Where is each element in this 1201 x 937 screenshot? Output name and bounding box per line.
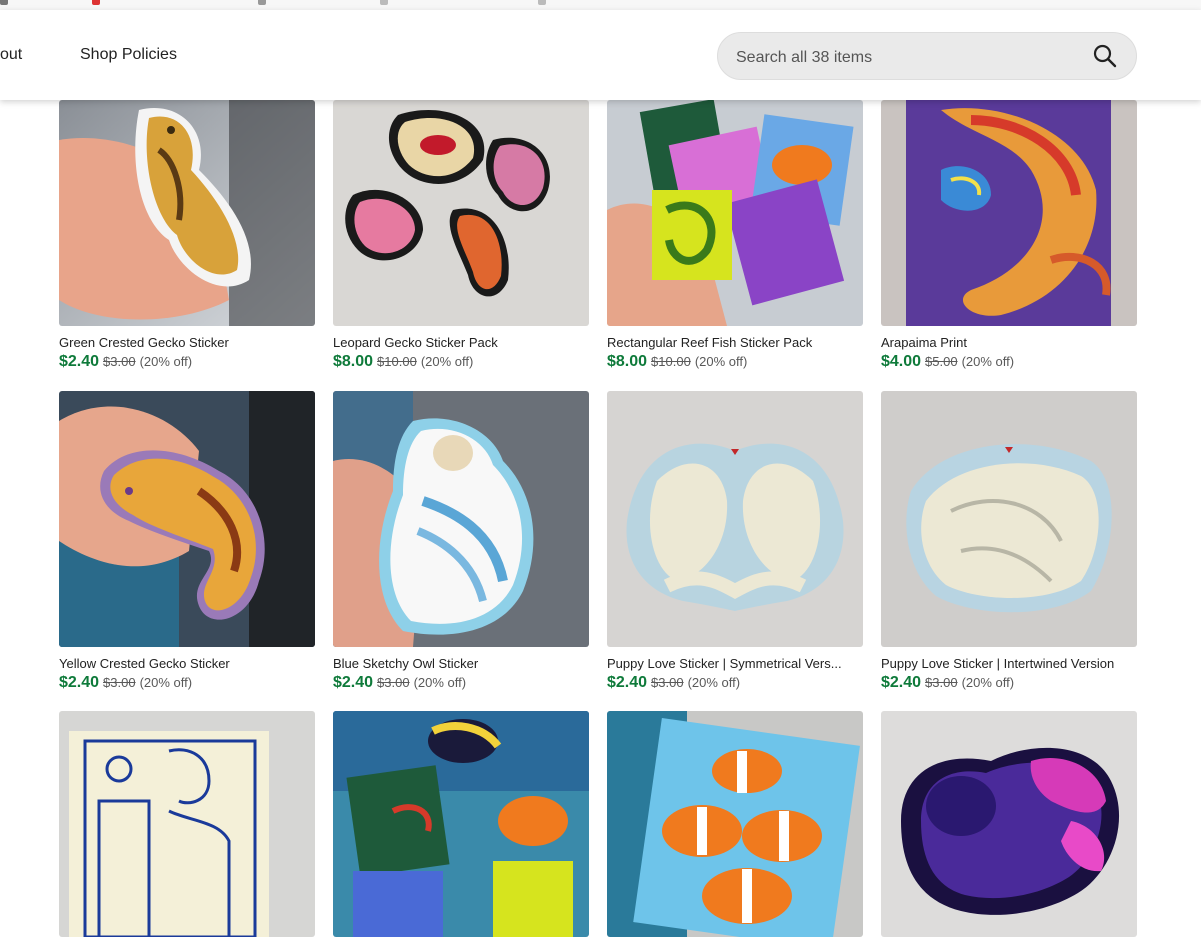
listing-image-puppy-symmetrical[interactable] (607, 391, 863, 647)
search-button[interactable] (1092, 43, 1118, 69)
original-price: $3.00 (651, 675, 684, 690)
listing-price: $2.40 $3.00 (20% off) (333, 674, 466, 692)
listing-price: $2.40 $3.00 (20% off) (59, 353, 192, 371)
sale-price: $4.00 (881, 353, 922, 370)
discount-label: (20% off) (139, 675, 193, 690)
sale-price: $2.40 (333, 674, 374, 691)
listing-image-green-gecko[interactable] (59, 100, 315, 326)
discount-label: (20% off) (694, 354, 748, 369)
sale-price: $8.00 (333, 353, 374, 370)
discount-label: (20% off) (961, 675, 1015, 690)
listing-title[interactable]: Puppy Love Sticker | Symmetrical Vers... (607, 656, 863, 671)
bookmark-item[interactable] (92, 0, 104, 7)
listing-price: $2.40 $3.00 (20% off) (59, 674, 192, 692)
discount-label: (20% off) (420, 354, 474, 369)
original-price: $3.00 (377, 675, 410, 690)
discount-label: (20% off) (139, 354, 193, 369)
listing-title[interactable]: Yellow Crested Gecko Sticker (59, 656, 315, 671)
listing-image-beetle[interactable] (881, 711, 1137, 937)
listing-title[interactable]: Puppy Love Sticker | Intertwined Version (881, 656, 1137, 671)
listing-image-owl[interactable] (333, 391, 589, 647)
original-price: $10.00 (651, 354, 691, 369)
original-price: $3.00 (103, 675, 136, 690)
listing-image-leopard-gecko[interactable] (333, 100, 589, 326)
listing-image-reef-collection[interactable] (333, 711, 589, 937)
listing-price: $8.00 $10.00 (20% off) (607, 353, 747, 371)
listing-title[interactable]: Arapaima Print (881, 335, 1137, 350)
discount-label: (20% off) (687, 675, 741, 690)
search-icon (1093, 44, 1117, 68)
nav-shop-policies-link[interactable]: Shop Policies (80, 46, 177, 64)
listing-image-reef-fish[interactable] (607, 100, 863, 326)
listing-price: $8.00 $10.00 (20% off) (333, 353, 473, 371)
listing-image-sketch-card[interactable] (59, 711, 315, 937)
original-price: $3.00 (925, 675, 958, 690)
listing-price: $2.40 $3.00 (20% off) (607, 674, 740, 692)
shop-search (717, 32, 1137, 80)
listing-image-puppy-intertwined[interactable] (881, 391, 1137, 647)
original-price: $3.00 (103, 354, 136, 369)
sale-price: $2.40 (881, 674, 922, 691)
listing-image-clownfish[interactable] (607, 711, 863, 937)
search-input[interactable] (734, 45, 1068, 71)
discount-label: (20% off) (413, 675, 467, 690)
listing-image-arapaima[interactable] (881, 100, 1137, 326)
shop-nav-bar: out Shop Policies (0, 10, 1201, 100)
bookmark-item[interactable] (258, 0, 270, 7)
listing-title[interactable]: Green Crested Gecko Sticker (59, 335, 315, 350)
listing-price: $4.00 $5.00 (20% off) (881, 353, 1014, 371)
listing-title[interactable]: Leopard Gecko Sticker Pack (333, 335, 589, 350)
sale-price: $2.40 (59, 353, 100, 370)
sale-price: $2.40 (59, 674, 100, 691)
discount-label: (20% off) (961, 354, 1015, 369)
sale-price: $2.40 (607, 674, 648, 691)
original-price: $5.00 (925, 354, 958, 369)
listing-image-yellow-gecko[interactable] (59, 391, 315, 647)
listing-title[interactable]: Blue Sketchy Owl Sticker (333, 656, 589, 671)
bookmark-item[interactable] (380, 0, 392, 7)
bookmark-item[interactable] (0, 0, 12, 7)
listing-title[interactable]: Rectangular Reef Fish Sticker Pack (607, 335, 863, 350)
sale-price: $8.00 (607, 353, 648, 370)
original-price: $10.00 (377, 354, 417, 369)
nav-about-link[interactable]: out (0, 46, 22, 64)
bookmark-item[interactable] (538, 0, 550, 7)
listing-price: $2.40 $3.00 (20% off) (881, 674, 1014, 692)
